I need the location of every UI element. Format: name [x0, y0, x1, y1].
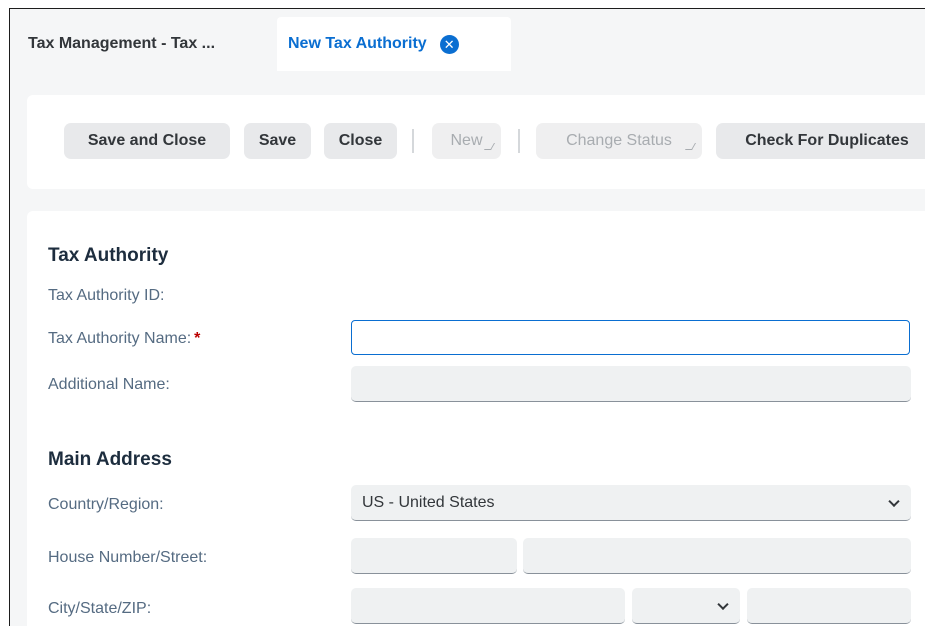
city-input[interactable] — [351, 588, 625, 624]
tax-authority-name-label: Tax Authority Name: * — [48, 330, 200, 348]
additional-name-label: Additional Name: — [48, 376, 170, 393]
check-for-duplicates-button[interactable]: Check For Duplicates — [716, 123, 925, 159]
additional-name-input[interactable] — [351, 366, 911, 402]
chevron-down-icon — [717, 598, 729, 610]
form-panel: Tax Authority Tax Authority ID: Tax Auth… — [27, 211, 925, 626]
label-text: Tax Authority Name: — [48, 330, 192, 347]
tab-strip: Tax Management - Tax ... New Tax Authori… — [10, 9, 925, 71]
tab-new-tax-authority[interactable]: New Tax Authority ✕ — [277, 17, 511, 71]
tax-authority-name-input[interactable] — [351, 320, 910, 355]
country-region-value: US - United States — [362, 493, 495, 511]
tax-authority-id-label: Tax Authority ID: — [48, 287, 165, 304]
toolbar-separator — [412, 129, 414, 153]
tab-tax-management[interactable]: Tax Management - Tax ... — [10, 17, 276, 71]
section-title-main-address: Main Address — [48, 449, 172, 470]
app-frame: Tax Management - Tax ... New Tax Authori… — [9, 8, 925, 626]
change-status-button[interactable]: Change Status — [536, 123, 702, 159]
house-number-input[interactable] — [351, 538, 517, 574]
tab-label: New Tax Authority — [288, 35, 427, 52]
x-circle-icon[interactable]: ✕ — [439, 34, 459, 54]
section-title-tax-authority: Tax Authority — [48, 245, 169, 266]
close-button[interactable]: Close — [324, 123, 397, 159]
toolbar: Save and Close Save Close New Change Sta… — [27, 95, 925, 189]
chevron-down-icon — [888, 495, 900, 507]
toolbar-separator — [518, 129, 520, 153]
state-select[interactable] — [632, 588, 740, 624]
city-state-zip-label: City/State/ZIP: — [48, 600, 152, 617]
save-button[interactable]: Save — [244, 123, 311, 159]
country-region-select[interactable]: US - United States — [351, 485, 911, 521]
tab-label: Tax Management - Tax ... — [28, 35, 216, 52]
zip-input[interactable] — [747, 588, 911, 624]
required-marker: * — [194, 330, 201, 347]
save-and-close-button[interactable]: Save and Close — [64, 123, 230, 159]
new-button[interactable]: New — [432, 123, 501, 159]
street-input[interactable] — [523, 538, 911, 574]
house-number-street-label: House Number/Street: — [48, 549, 208, 566]
country-region-label: Country/Region: — [48, 496, 164, 513]
